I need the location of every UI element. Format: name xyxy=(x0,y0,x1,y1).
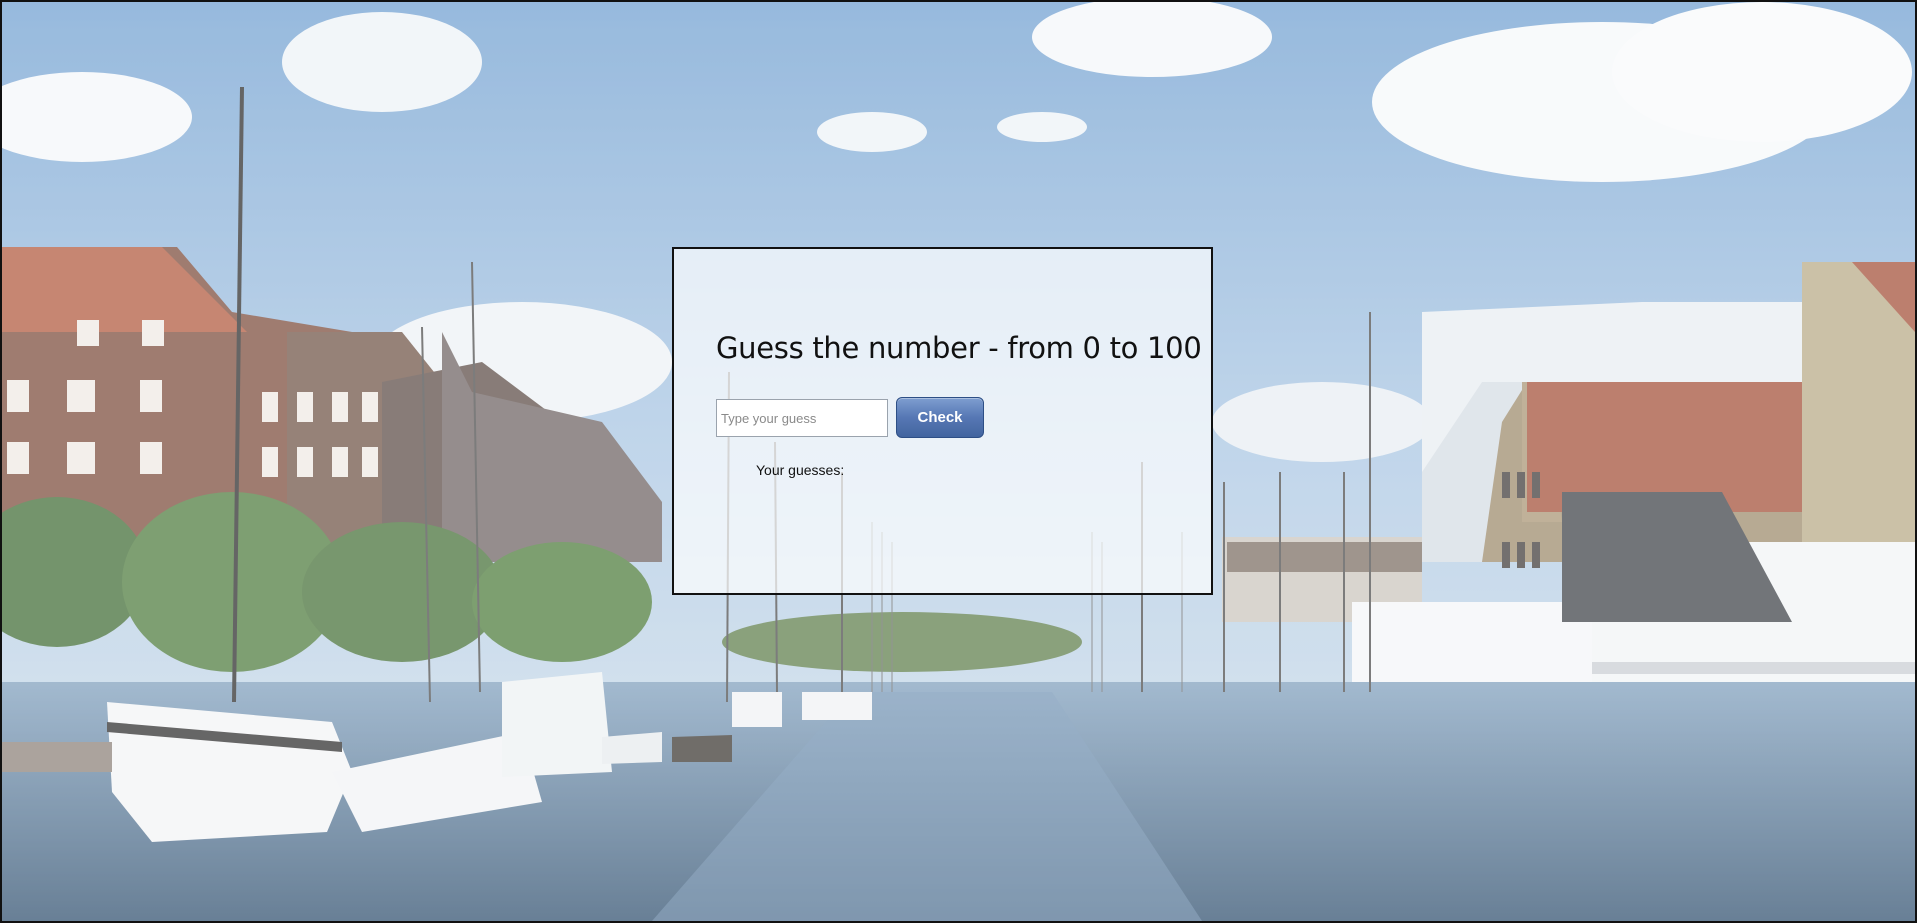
app-window: Guess the number - from 0 to 100 Check Y… xyxy=(0,0,1917,923)
guess-input[interactable] xyxy=(716,399,888,437)
guess-game-panel: Guess the number - from 0 to 100 Check Y… xyxy=(672,247,1213,595)
page-title: Guess the number - from 0 to 100 xyxy=(716,331,1202,365)
check-button[interactable]: Check xyxy=(896,397,984,438)
guesses-label: Your guesses: xyxy=(756,462,845,478)
